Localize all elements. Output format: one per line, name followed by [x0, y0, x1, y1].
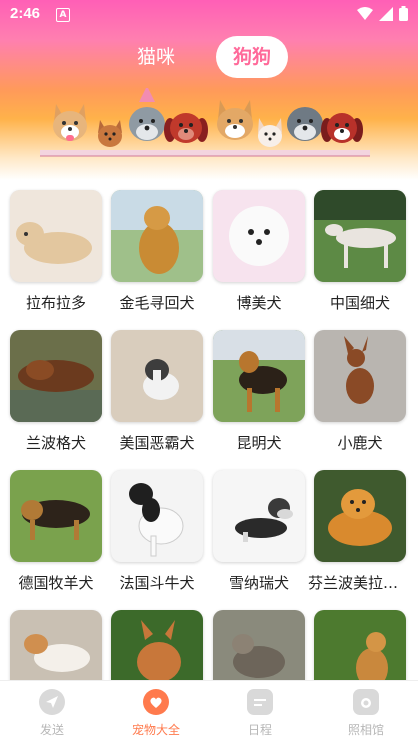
breed-card[interactable]: 芬兰波美拉尼亚犬 [308, 470, 412, 593]
breed-card[interactable]: 中国细犬 [314, 190, 406, 313]
breed-card[interactable] [314, 610, 406, 680]
breed-card[interactable]: 博美犬 [213, 190, 305, 313]
breed-label: 金毛寻回犬 [119, 294, 195, 312]
breed-photo[interactable] [10, 610, 102, 680]
battery-icon [399, 6, 408, 21]
breed-card[interactable]: 小鹿犬 [314, 330, 406, 453]
breed-card[interactable]: 昆明犬 [213, 330, 305, 453]
breed-label: 小鹿犬 [337, 434, 383, 452]
pet-encyclopedia-icon [143, 689, 169, 715]
breed-card[interactable] [213, 610, 305, 680]
tab-dog[interactable]: 狗狗 [216, 36, 288, 78]
breed-label: 德国牧羊犬 [18, 574, 94, 592]
breed-photo[interactable] [111, 330, 203, 422]
breed-photo[interactable] [10, 190, 102, 282]
nav-pet-encyclopedia[interactable]: 宠物大全 [116, 689, 196, 738]
breed-photo[interactable] [314, 330, 406, 422]
breed-photo[interactable] [213, 470, 305, 562]
breed-photo[interactable] [213, 190, 305, 282]
breed-photo[interactable] [314, 470, 406, 562]
breed-label: 昆明犬 [236, 434, 282, 452]
signal-icon [379, 6, 393, 21]
breed-label: 兰波格犬 [25, 434, 86, 452]
breed-photo[interactable] [111, 610, 203, 680]
breed-label: 中国细犬 [329, 294, 390, 312]
status-time: 2:46 [10, 5, 41, 22]
breed-label: 博美犬 [236, 294, 282, 312]
notification-icon: A [56, 8, 70, 22]
nav-send-label: 发送 [39, 723, 64, 737]
breed-photo[interactable] [10, 330, 102, 422]
bottom-navigation: 发送 宠物大全 日程 照相馆 [0, 680, 418, 745]
breed-photo[interactable] [213, 610, 305, 680]
breed-card[interactable]: 兰波格犬 [10, 330, 102, 453]
breed-photo[interactable] [111, 190, 203, 282]
status-icons [357, 6, 408, 21]
breed-card[interactable]: 拉布拉多 [10, 190, 102, 313]
nav-camera[interactable]: 照相馆 [326, 689, 406, 738]
breed-photo[interactable] [314, 190, 406, 282]
breed-card[interactable]: 金毛寻回犬 [111, 190, 203, 313]
nav-camera-label: 照相馆 [347, 723, 384, 737]
camera-icon [353, 689, 379, 715]
breed-photo[interactable] [10, 470, 102, 562]
breed-card[interactable] [111, 610, 203, 680]
breed-card[interactable]: 雪纳瑞犬 [213, 470, 305, 593]
breed-label: 法国斗牛犬 [119, 574, 195, 592]
header-gradient: 2:46 A 猫咪 狗狗 [0, 0, 418, 180]
calendar-icon [247, 689, 273, 715]
wifi-icon [357, 6, 373, 20]
breed-label: 雪纳瑞犬 [228, 574, 289, 592]
send-icon [39, 689, 65, 715]
breed-label: 拉布拉多 [25, 294, 86, 312]
nav-calendar-label: 日程 [247, 723, 272, 737]
status-bar: 2:46 A [0, 0, 418, 28]
breed-label: 美国恶霸犬 [119, 434, 195, 452]
breed-card[interactable]: 美国恶霸犬 [111, 330, 203, 453]
category-tabs: 猫咪 狗狗 [0, 36, 418, 80]
breed-label: 芬兰波美拉尼亚犬 [308, 574, 412, 592]
nav-calendar[interactable]: 日程 [220, 689, 300, 738]
breed-card[interactable] [10, 610, 102, 680]
breed-card[interactable]: 德国牧羊犬 [10, 470, 102, 593]
breed-card[interactable]: 法国斗牛犬 [111, 470, 203, 593]
breed-photo[interactable] [111, 470, 203, 562]
dogs-banner-illustration [40, 88, 370, 157]
tab-cat[interactable]: 猫咪 [137, 42, 175, 69]
breed-photo[interactable] [314, 610, 406, 680]
breed-grid: 拉布拉多 金毛寻回犬 博美犬 中国细犬 兰波格犬 美国恶霸犬 昆明犬 小鹿犬 德… [0, 180, 418, 680]
breed-photo[interactable] [213, 330, 305, 422]
nav-pet-encyclopedia-label: 宠物大全 [131, 723, 180, 737]
nav-send[interactable]: 发送 [12, 689, 92, 738]
